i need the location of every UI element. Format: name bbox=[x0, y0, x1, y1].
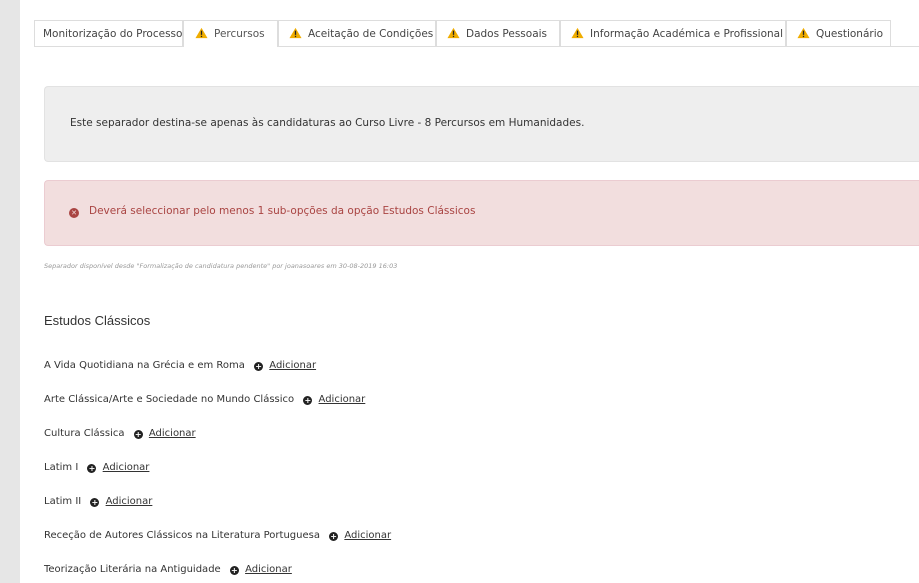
course-name: Latim I bbox=[44, 462, 79, 473]
tab-bar: Monitorização do Processo Percursos Acei… bbox=[34, 20, 919, 47]
error-alert: ✕ Deverá seleccionar pelo menos 1 sub-op… bbox=[44, 180, 919, 246]
add-course-link[interactable]: Adicionar bbox=[245, 563, 292, 577]
tab-aceitacao[interactable]: Aceitação de Condições bbox=[278, 20, 436, 46]
add-course-link[interactable]: Adicionar bbox=[269, 359, 316, 373]
left-sidebar-strip bbox=[0, 0, 20, 583]
course-name: Cultura Clássica bbox=[44, 428, 125, 439]
course-item: Teorização Literária na Antiguidade + Ad… bbox=[44, 563, 292, 577]
availability-note: Separador disponível desde "Formalização… bbox=[44, 262, 398, 270]
warning-icon bbox=[571, 27, 584, 39]
tab-label: Aceitação de Condições bbox=[308, 28, 434, 40]
tab-percursos[interactable]: Percursos bbox=[183, 20, 278, 47]
tab-questionario[interactable]: Questionário bbox=[786, 20, 891, 46]
warning-icon bbox=[797, 27, 810, 39]
course-item: Receção de Autores Clássicos na Literatu… bbox=[44, 529, 391, 543]
course-item: Latim I + Adicionar bbox=[44, 461, 149, 475]
warning-icon bbox=[289, 27, 302, 39]
tab-label: Informação Académica e Profissional bbox=[590, 28, 784, 40]
tab-label: Questionário bbox=[816, 28, 884, 40]
course-name: Teorização Literária na Antiguidade bbox=[44, 564, 221, 575]
course-name: Latim II bbox=[44, 496, 82, 507]
course-item: Arte Clássica/Arte e Sociedade no Mundo … bbox=[44, 393, 365, 407]
plus-circle-icon[interactable]: + bbox=[303, 395, 313, 405]
plus-circle-icon[interactable]: + bbox=[87, 463, 97, 473]
main-content: Monitorização do Processo Percursos Acei… bbox=[20, 0, 919, 583]
add-course-link[interactable]: Adicionar bbox=[106, 495, 153, 509]
plus-circle-icon[interactable]: + bbox=[329, 531, 339, 541]
course-item: Cultura Clássica + Adicionar bbox=[44, 427, 196, 441]
add-course-link[interactable]: Adicionar bbox=[149, 427, 196, 441]
course-name: Receção de Autores Clássicos na Literatu… bbox=[44, 530, 320, 541]
tab-label: Percursos bbox=[214, 28, 265, 40]
add-course-link[interactable]: Adicionar bbox=[344, 529, 391, 543]
tab-label: Dados Pessoais bbox=[466, 28, 548, 40]
info-panel: Este separador destina-se apenas às cand… bbox=[44, 86, 919, 162]
course-item: A Vida Quotidiana na Grécia e em Roma + … bbox=[44, 359, 316, 373]
tab-monitorizacao[interactable]: Monitorização do Processo bbox=[34, 20, 183, 46]
add-course-link[interactable]: Adicionar bbox=[103, 461, 150, 475]
plus-circle-icon[interactable]: + bbox=[254, 361, 264, 371]
tab-dados-pessoais[interactable]: Dados Pessoais bbox=[436, 20, 560, 46]
tab-label: Monitorização do Processo bbox=[43, 28, 183, 40]
section-title: Estudos Clássicos bbox=[44, 313, 151, 328]
course-name: Arte Clássica/Arte e Sociedade no Mundo … bbox=[44, 394, 295, 405]
info-text: Este separador destina-se apenas às cand… bbox=[70, 117, 585, 129]
error-circle-icon: ✕ bbox=[69, 208, 79, 218]
course-item: Latim II + Adicionar bbox=[44, 495, 152, 509]
warning-icon bbox=[195, 27, 208, 39]
warning-icon bbox=[447, 27, 460, 39]
course-name: A Vida Quotidiana na Grécia e em Roma bbox=[44, 360, 245, 371]
add-course-link[interactable]: Adicionar bbox=[319, 393, 366, 407]
plus-circle-icon[interactable]: + bbox=[133, 429, 143, 439]
plus-circle-icon[interactable]: + bbox=[229, 565, 239, 575]
plus-circle-icon[interactable]: + bbox=[90, 497, 100, 507]
alert-message: Deverá seleccionar pelo menos 1 sub-opçõ… bbox=[89, 205, 476, 217]
tab-informacao-academica[interactable]: Informação Académica e Profissional bbox=[560, 20, 786, 46]
